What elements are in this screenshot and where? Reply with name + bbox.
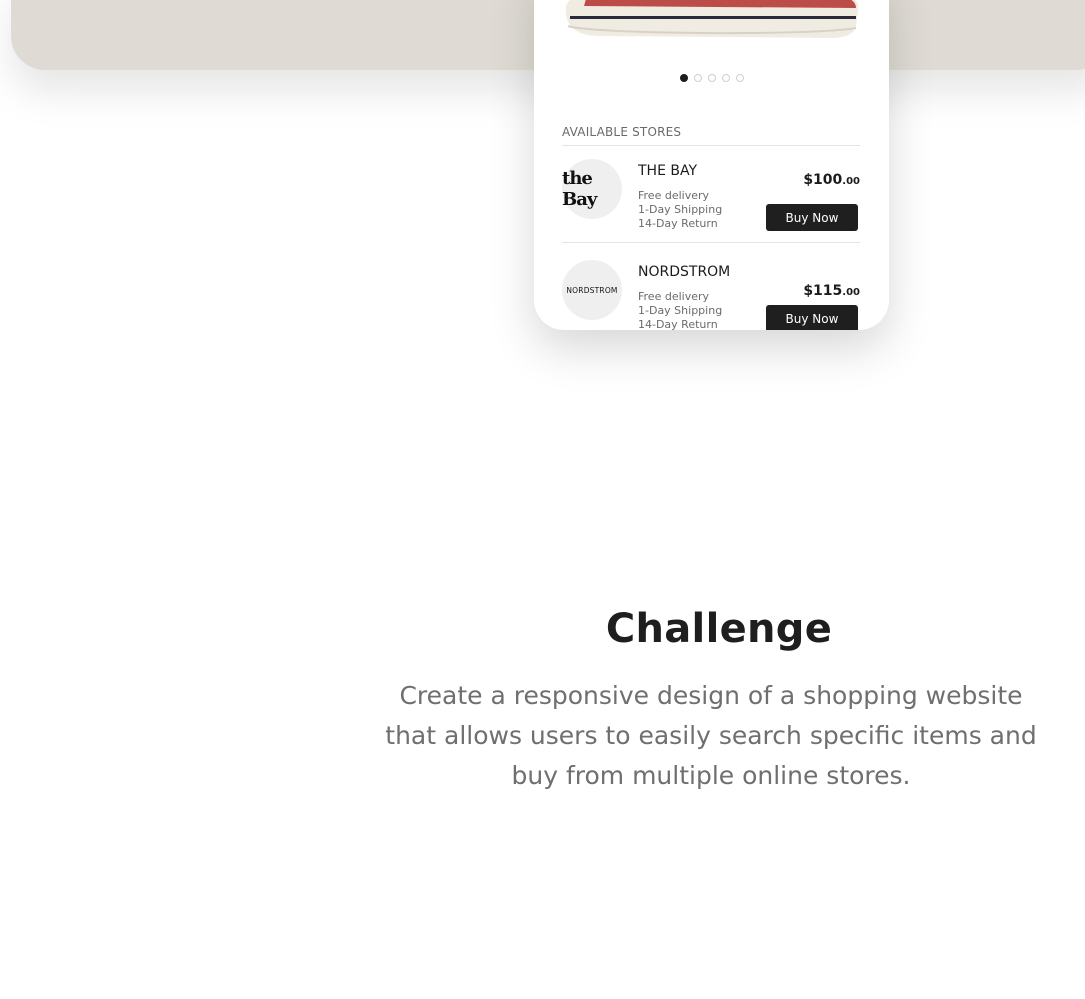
- price-cents: .00: [842, 287, 860, 298]
- carousel-dot[interactable]: [735, 74, 744, 82]
- nordstrom-logo: NORDSTROM: [562, 260, 622, 320]
- store-price: $115.00: [803, 283, 860, 299]
- divider: [562, 145, 860, 146]
- price-main: $115: [803, 283, 843, 299]
- feature-item: 1-Day Shipping: [638, 203, 723, 216]
- phone-mockup: AVAILABLE STORES the Bay THE BAY Free de…: [534, 0, 889, 330]
- carousel-dot[interactable]: [693, 74, 702, 82]
- the-bay-logo: the Bay: [562, 159, 622, 219]
- store-features: Free delivery 1-Day Shipping 14-Day Retu…: [638, 290, 722, 330]
- feature-item: 1-Day Shipping: [638, 304, 723, 317]
- carousel-dot[interactable]: [707, 74, 716, 82]
- challenge-title: Challenge: [605, 606, 833, 652]
- store-row-the-bay: the Bay THE BAY Free delivery 1-Day Ship…: [562, 159, 860, 239]
- store-row-nordstrom: NORDSTROM NORDSTROM Free delivery 1-Day …: [562, 260, 860, 330]
- carousel-dot[interactable]: [679, 74, 688, 82]
- product-shoe-image: [565, 0, 859, 38]
- price-main: $100: [803, 172, 843, 188]
- challenge-description: Create a responsive design of a shopping…: [385, 681, 1037, 790]
- buy-now-button[interactable]: Buy Now: [766, 204, 858, 231]
- carousel-dots: [534, 74, 889, 82]
- carousel-dot[interactable]: [721, 74, 730, 82]
- available-stores-heading: AVAILABLE STORES: [562, 125, 682, 139]
- feature-item: Free delivery: [638, 290, 710, 303]
- store-price: $100.00: [803, 172, 860, 188]
- buy-now-button[interactable]: Buy Now: [766, 305, 858, 330]
- store-features: Free delivery 1-Day Shipping 14-Day Retu…: [638, 189, 722, 231]
- price-cents: .00: [842, 176, 860, 187]
- the-bay-logo-text: the Bay: [562, 168, 597, 210]
- nordstrom-logo-text: NORDSTROM: [566, 285, 618, 295]
- divider: [562, 242, 860, 243]
- store-name: NORDSTROM: [638, 264, 731, 280]
- feature-item: 14-Day Return: [638, 217, 718, 230]
- feature-item: 14-Day Return: [638, 318, 718, 330]
- feature-item: Free delivery: [638, 189, 710, 202]
- store-name: THE BAY: [638, 163, 698, 179]
